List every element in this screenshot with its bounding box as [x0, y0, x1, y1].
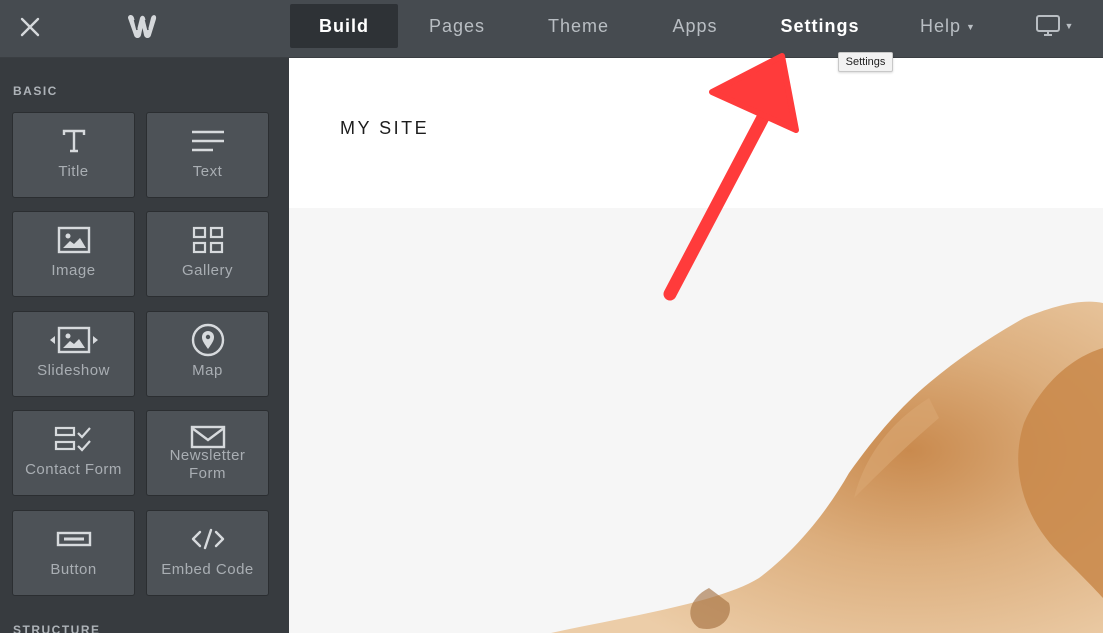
tile-embed-code[interactable]: Embed Code [146, 510, 269, 596]
envelope-icon [190, 425, 226, 449]
nav-settings[interactable]: Settings [770, 4, 870, 48]
weebly-logo [122, 10, 162, 42]
desktop-monitor-icon [1035, 15, 1060, 36]
nav-build[interactable]: Build [290, 4, 398, 48]
chevron-down-icon: ▼ [1064, 21, 1074, 31]
image-icon [57, 224, 91, 256]
nav-settings-label: Settings [780, 15, 860, 36]
tile-newsletter-form[interactable]: Newsletter Form [146, 410, 269, 496]
nav-help-label: Help [920, 15, 962, 36]
close-icon [20, 17, 40, 37]
nav-theme-label: Theme [547, 15, 610, 36]
device-preview-button[interactable]: ▼ [1032, 10, 1076, 42]
button-icon [56, 523, 92, 555]
title-icon [61, 125, 87, 157]
settings-tooltip: Settings [838, 52, 893, 72]
tile-image-label: Image [51, 262, 96, 279]
weebly-logo-icon [128, 15, 157, 38]
gallery-icon [192, 224, 224, 256]
tile-title[interactable]: Title [12, 112, 135, 198]
tile-map-label: Map [192, 362, 223, 379]
map-pin-icon [191, 323, 225, 357]
tile-text[interactable]: Text [146, 112, 269, 198]
tile-title-label: Title [58, 163, 89, 180]
tile-gallery-label: Gallery [181, 262, 233, 279]
close-editor-button[interactable] [12, 9, 48, 45]
tile-map[interactable]: Map [146, 311, 269, 397]
tile-newsletter-form-label: Newsletter Form [169, 447, 246, 482]
chevron-down-icon: ▼ [966, 22, 976, 32]
elements-sidebar: BASIC Title Text Image Gallery Slideshow [0, 58, 289, 633]
top-toolbar: Build Pages Theme Apps Settings Help ▼ ▼ [0, 0, 1103, 58]
slideshow-icon [48, 324, 100, 356]
tile-embed-code-label: Embed Code [161, 561, 254, 578]
tile-text-label: Text [192, 163, 223, 180]
annotation-arrow [663, 53, 799, 301]
nav-build-label: Build [319, 15, 369, 36]
tile-button[interactable]: Button [12, 510, 135, 596]
tile-contact-form-label: Contact Form [25, 461, 122, 478]
section-basic-label: BASIC [13, 84, 58, 98]
tile-image[interactable]: Image [12, 211, 135, 297]
section-structure-label: STRUCTURE [13, 623, 101, 633]
text-icon [191, 125, 225, 157]
tile-slideshow[interactable]: Slideshow [12, 311, 135, 397]
code-icon [190, 523, 226, 555]
site-title[interactable]: MY SITE [340, 118, 429, 139]
nav-pages[interactable]: Pages [410, 4, 504, 48]
tile-button-label: Button [50, 561, 97, 578]
tile-gallery[interactable]: Gallery [146, 211, 269, 297]
nav-theme[interactable]: Theme [530, 4, 627, 48]
nav-help[interactable]: Help ▼ [905, 4, 991, 48]
nav-apps[interactable]: Apps [655, 4, 735, 48]
tile-contact-form[interactable]: Contact Form [12, 410, 135, 496]
tile-slideshow-label: Slideshow [37, 362, 110, 379]
nav-apps-label: Apps [672, 15, 718, 36]
nav-pages-label: Pages [428, 15, 486, 36]
contact-form-icon [54, 423, 94, 455]
